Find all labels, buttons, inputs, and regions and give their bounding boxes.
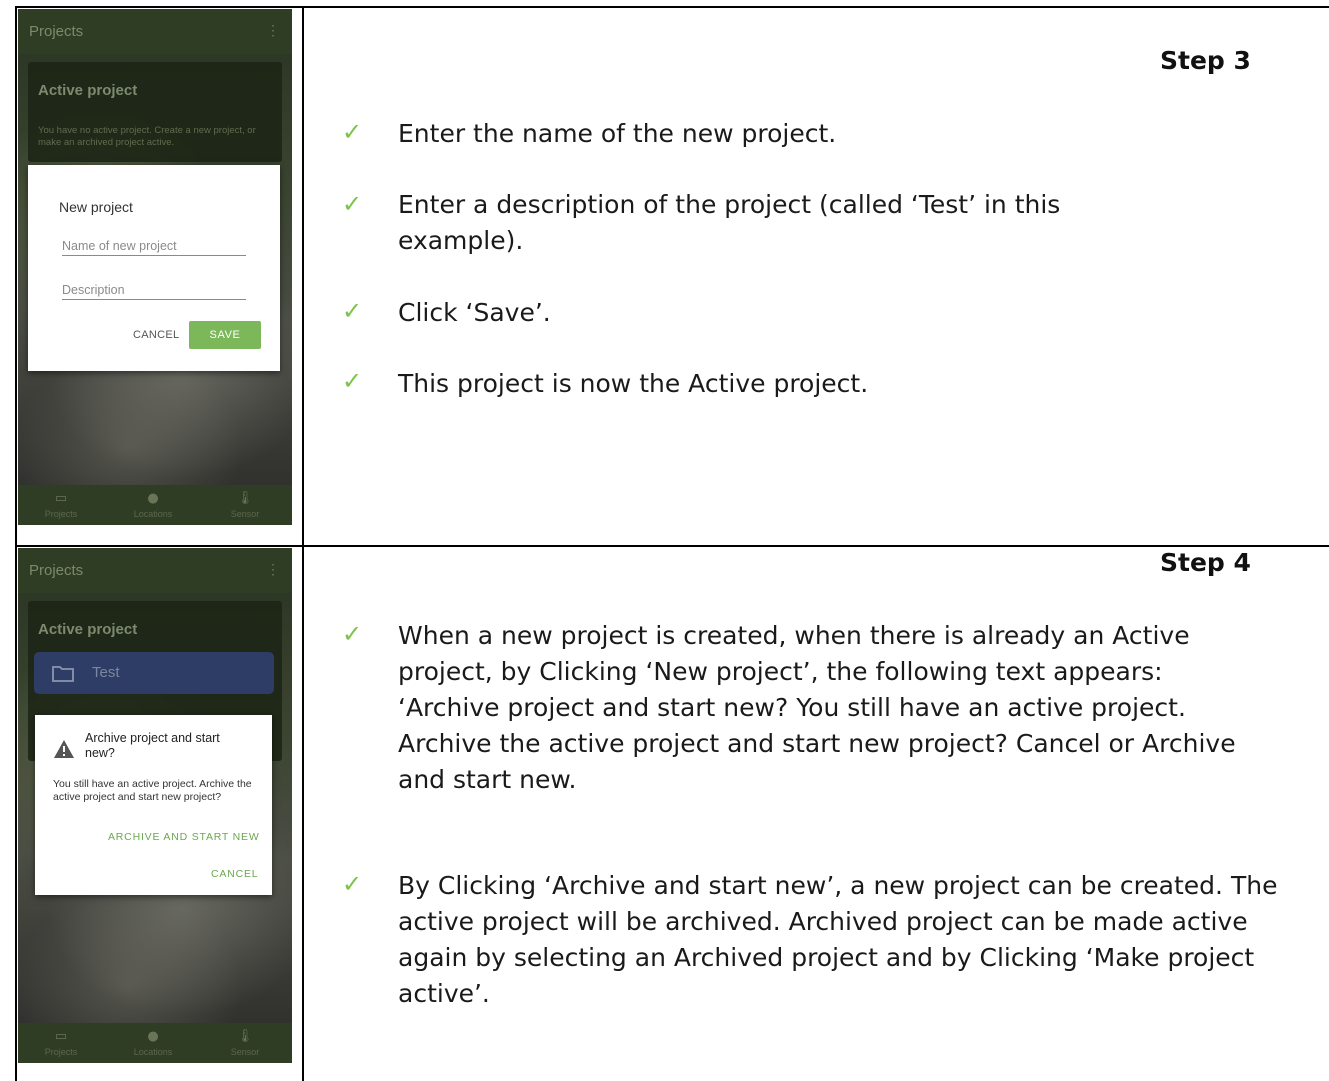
cancel-button[interactable]: CANCEL (133, 329, 179, 341)
active-project-item[interactable]: Test (34, 652, 274, 694)
check-icon: ✓ (342, 870, 363, 898)
table-column-divider (302, 6, 304, 1081)
dialog-title: Archive project and start new? (85, 731, 220, 760)
description-field[interactable]: Description (62, 283, 246, 300)
folder-icon: ▭ (54, 1029, 68, 1044)
app-screenshot-new-project: Projects ⋮ Active project You have no ac… (18, 9, 292, 525)
bottom-navigation: ▭ Projects ● Locations 🌡 Sensor (18, 1023, 292, 1063)
active-project-card: Active project You have no active projec… (28, 62, 282, 162)
table-border-top (15, 6, 1329, 8)
check-icon: ✓ (342, 297, 363, 325)
step-4-bullet-1: When a new project is created, when ther… (398, 621, 1236, 794)
nav-item-sensor[interactable]: 🌡 Sensor (210, 1029, 280, 1057)
dialog-title: New project (59, 199, 133, 215)
table-row-divider (15, 545, 1329, 547)
step-3-label: Step 3 (1160, 46, 1251, 75)
step-3-bullet-1: Enter the name of the new project. (398, 119, 837, 148)
app-bar-title: Projects (29, 562, 84, 579)
cancel-button[interactable]: CANCEL (211, 868, 258, 880)
more-vert-icon[interactable]: ⋮ (266, 561, 280, 578)
card-title: Active project (38, 621, 138, 638)
nav-label: Locations (133, 1047, 173, 1057)
project-name-field[interactable]: Name of new project (62, 239, 246, 256)
project-name: Test (92, 664, 120, 681)
check-icon: ✓ (342, 620, 363, 648)
nav-label: Projects (44, 509, 78, 519)
table-border-left (15, 6, 17, 1081)
bottom-navigation: ▭ Projects ● Locations 🌡 Sensor (18, 485, 292, 525)
nav-label: Sensor (230, 509, 260, 519)
nav-label: Projects (44, 1047, 78, 1057)
check-icon: ✓ (342, 367, 363, 395)
archive-and-start-new-button[interactable]: ARCHIVE AND START NEW (108, 831, 260, 843)
card-text: You have no active project. Create a new… (38, 125, 256, 148)
archive-project-dialog: Archive project and start new? You still… (35, 715, 272, 895)
more-vert-icon[interactable]: ⋮ (266, 22, 280, 39)
step-3-bullet-4: This project is now the Active project. (398, 369, 869, 398)
folder-icon (52, 666, 74, 682)
app-bar: Projects ⋮ (18, 9, 292, 54)
warning-icon (54, 740, 74, 758)
location-pin-icon: ● (147, 491, 159, 506)
step-3-bullet-3: Click ‘Save’. (398, 298, 551, 327)
card-title: Active project (38, 82, 138, 99)
thermometer-icon: 🌡 (236, 491, 254, 506)
check-icon: ✓ (342, 118, 363, 146)
nav-item-sensor[interactable]: 🌡 Sensor (210, 491, 280, 519)
dialog-text: You still have an active project. Archiv… (53, 778, 252, 803)
location-pin-icon: ● (147, 1029, 159, 1044)
new-project-dialog: New project Name of new project Descript… (28, 165, 280, 371)
step-3-bullet-2: Enter a description of the project (call… (398, 190, 1061, 255)
nav-label: Locations (133, 509, 173, 519)
save-button[interactable]: SAVE (189, 321, 261, 349)
app-bar-title: Projects (29, 23, 84, 40)
nav-item-projects[interactable]: ▭ Projects (26, 1029, 96, 1057)
step-4-label: Step 4 (1160, 548, 1251, 577)
folder-icon: ▭ (54, 491, 68, 506)
step-4-bullet-2: By Clicking ‘Archive and start new’, a n… (398, 871, 1278, 1008)
nav-item-locations[interactable]: ● Locations (118, 1029, 188, 1057)
app-bar: Projects ⋮ (18, 548, 292, 593)
nav-item-projects[interactable]: ▭ Projects (26, 491, 96, 519)
nav-label: Sensor (230, 1047, 260, 1057)
app-screenshot-archive-dialog: Projects ⋮ Active project Test Archive p… (18, 548, 292, 1063)
thermometer-icon: 🌡 (236, 1029, 254, 1044)
check-icon: ✓ (342, 190, 363, 218)
nav-item-locations[interactable]: ● Locations (118, 491, 188, 519)
